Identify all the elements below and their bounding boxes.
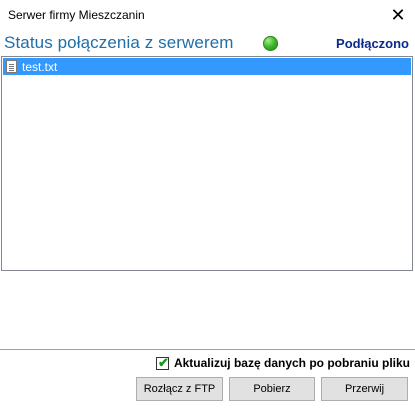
update-db-checkbox[interactable]: ✔ bbox=[155, 354, 169, 370]
close-icon[interactable]: ✕ bbox=[381, 0, 415, 31]
status-heading: Status połączenia z serwerem bbox=[4, 33, 234, 52]
disconnect-ftp-button[interactable]: Rozłącz z FTP bbox=[136, 377, 223, 401]
file-name: test.txt bbox=[22, 59, 58, 74]
text-file-icon bbox=[6, 60, 17, 73]
connection-status-led-icon bbox=[263, 36, 278, 51]
update-db-label[interactable]: Aktualizuj bazę danych po pobraniu pliku bbox=[174, 356, 410, 370]
window-title: Serwer firmy Mieszczanin bbox=[8, 8, 145, 22]
file-list[interactable]: test.txt bbox=[1, 56, 413, 271]
abort-button[interactable]: Przerwij bbox=[321, 377, 408, 401]
connection-status-value: Podłączono bbox=[336, 36, 409, 51]
list-item[interactable]: test.txt bbox=[3, 58, 411, 75]
status-row: Status połączenia z serwerem Podłączono bbox=[0, 31, 415, 55]
download-button[interactable]: Pobierz bbox=[229, 377, 315, 401]
check-icon: ✔ bbox=[157, 354, 169, 370]
update-db-option[interactable]: ✔ Aktualizuj bazę danych po pobraniu pli… bbox=[155, 354, 410, 371]
divider bbox=[0, 349, 415, 350]
title-bar: Serwer firmy Mieszczanin ✕ bbox=[0, 0, 415, 31]
